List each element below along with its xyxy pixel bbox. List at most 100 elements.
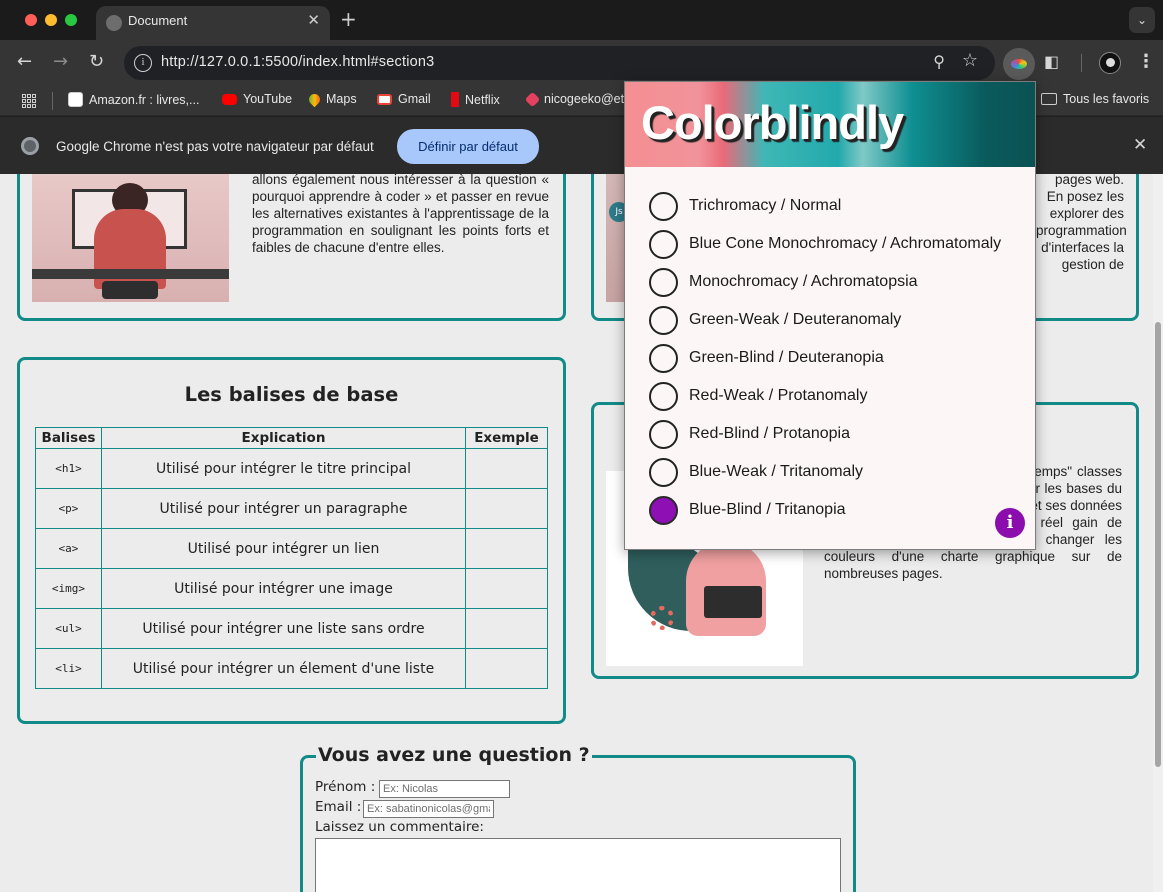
example-cell — [465, 528, 548, 569]
option-label: Blue-Blind / Tritanopia — [689, 501, 846, 518]
tag-cell: <img> — [35, 568, 102, 609]
option-deuteranomaly[interactable]: Green-Weak / Deuteranomaly — [649, 306, 1019, 336]
option-label: Green-Weak / Deuteranomaly — [689, 311, 902, 328]
radio-button[interactable] — [649, 268, 678, 297]
arrow-left-icon[interactable]: ← — [17, 52, 32, 72]
option-achromatomaly[interactable]: Blue Cone Monochromacy / Achromatomaly — [649, 230, 1019, 260]
radio-button[interactable] — [649, 192, 678, 221]
form-legend: Vous avez une question ? — [316, 744, 592, 766]
bookmark-youtube[interactable]: YouTube — [222, 92, 292, 106]
colorblindly-extension-button[interactable] — [1003, 48, 1035, 80]
bookmark-maps[interactable]: Maps — [306, 91, 357, 107]
bookmark-label: Gmail — [398, 92, 431, 106]
prenom-input[interactable] — [379, 780, 510, 798]
radio-button[interactable] — [649, 230, 678, 259]
colorblindly-popup: Colorblindly Trichromacy / Normal Blue C… — [624, 81, 1036, 550]
arrow-right-icon[interactable]: → — [53, 52, 68, 72]
intro-text: l'ensemble des langages informatiques. N… — [252, 174, 549, 255]
amazon-icon — [68, 92, 83, 107]
option-protanopia[interactable]: Red-Blind / Protanopia — [649, 420, 1019, 450]
maps-pin-icon — [306, 91, 323, 107]
tab-strip: Document ✕ + ⌄ — [0, 0, 1163, 40]
example-cell — [465, 608, 548, 649]
close-icon[interactable]: ✕ — [1133, 135, 1147, 155]
address-bar[interactable]: i http://127.0.0.1:5500/index.html#secti… — [124, 46, 995, 80]
reload-icon[interactable]: ↻ — [89, 52, 104, 72]
radio-button[interactable] — [649, 306, 678, 335]
puzzle-icon[interactable]: ◧ — [1044, 52, 1059, 71]
gem-icon — [524, 91, 541, 107]
balises-card: Les balises de base Balises Explication … — [17, 357, 566, 724]
option-tritanomaly[interactable]: Blue-Weak / Tritanomaly — [649, 458, 1019, 488]
desc-cell: Utilisé pour intégrer une image — [100, 568, 467, 609]
radio-button-selected[interactable] — [649, 496, 678, 525]
desc-cell: Utilisé pour intégrer une liste sans ord… — [100, 608, 467, 649]
radio-button[interactable] — [649, 420, 678, 449]
option-label: Blue Cone Monochromacy / Achromatomaly — [689, 235, 1002, 252]
tab-search-button[interactable]: ⌄ — [1129, 7, 1155, 33]
apps-grid-icon[interactable] — [22, 94, 36, 108]
table-row: <ul> Utilisé pour intégrer une liste san… — [35, 608, 548, 649]
gmail-icon — [377, 93, 392, 105]
bookmark-label: nicogeeko@et — [544, 92, 625, 106]
bookmark-label: Netflix — [465, 92, 500, 107]
folder-icon — [1041, 93, 1057, 105]
kebab-menu-icon[interactable]: ⋮ — [1137, 51, 1155, 72]
bookmark-label: Amazon.fr : livres,... — [89, 92, 200, 107]
option-label: Blue-Weak / Tritanomaly — [689, 463, 863, 480]
globe-icon — [106, 15, 122, 31]
question-form: Vous avez une question ? Prénom : Email … — [300, 744, 856, 892]
table-row: <img> Utilisé pour intégrer une image — [35, 568, 548, 609]
new-tab-button[interactable]: + — [340, 7, 357, 31]
radio-button[interactable] — [649, 458, 678, 487]
url-text[interactable]: http://127.0.0.1:5500/index.html#section… — [161, 54, 434, 70]
close-icon[interactable]: ✕ — [307, 11, 320, 29]
column-header: Explication — [100, 427, 467, 449]
colorblindly-eye-icon — [1011, 59, 1027, 69]
site-info-icon[interactable]: i — [134, 54, 152, 72]
example-cell — [465, 648, 548, 689]
option-achromatopsia[interactable]: Monochromacy / Achromatopsia — [649, 268, 1019, 298]
tag-cell: <li> — [35, 648, 102, 689]
email-field[interactable] — [363, 800, 494, 818]
option-deuteranopia[interactable]: Green-Blind / Deuteranopia — [649, 344, 1019, 374]
comment-textarea[interactable] — [315, 838, 841, 892]
maximize-window-button[interactable] — [65, 14, 77, 26]
tab-document[interactable]: Document ✕ — [96, 6, 330, 40]
set-default-button[interactable]: Définir par défaut — [397, 129, 539, 164]
desc-cell: Utilisé pour intégrer un lien — [100, 528, 467, 569]
radio-button[interactable] — [649, 382, 678, 411]
info-icon[interactable]: i — [995, 508, 1025, 538]
table-row: <a> Utilisé pour intégrer un lien — [35, 528, 548, 569]
option-label: Green-Blind / Deuteranopia — [689, 349, 884, 366]
bookmark-netflix[interactable]: Netflix — [451, 92, 500, 107]
example-cell — [465, 488, 548, 529]
tab-title: Document — [128, 13, 188, 28]
balises-title: Les balises de base — [184, 383, 399, 406]
minimize-window-button[interactable] — [45, 14, 57, 26]
bookmark-amazon[interactable]: Amazon.fr : livres,... — [68, 92, 199, 107]
email-label: Email : — [315, 799, 362, 815]
coder-illustration — [32, 174, 229, 302]
option-trichromacy[interactable]: Trichromacy / Normal — [649, 192, 1019, 222]
table-row: <li> Utilisé pour intégrer un élement d'… — [35, 648, 548, 689]
js-text: permettant de pages web. En posez les ex… — [1036, 174, 1127, 272]
star-icon[interactable]: ☆ — [962, 50, 978, 71]
bookmark-label: YouTube — [243, 92, 293, 106]
page-scrollbar[interactable] — [1153, 174, 1163, 892]
radio-button[interactable] — [649, 344, 678, 373]
all-favorites-button[interactable]: Tous les favoris — [1041, 92, 1149, 106]
bookmark-gmail[interactable]: Gmail — [377, 92, 431, 106]
tag-cell: <ul> — [35, 608, 102, 649]
option-protanomaly[interactable]: Red-Weak / Protanomaly — [649, 382, 1019, 412]
option-tritanopia[interactable]: Blue-Blind / Tritanopia — [649, 496, 1019, 526]
scrollbar-thumb[interactable] — [1155, 322, 1161, 767]
table-row: <h1> Utilisé pour intégrer le titre prin… — [35, 448, 548, 489]
profile-avatar-icon[interactable] — [1099, 52, 1121, 74]
bookmark-nicogeeko[interactable]: nicogeeko@et — [524, 91, 625, 107]
youtube-icon — [222, 93, 237, 105]
desc-cell: Utilisé pour intégrer le titre principal — [100, 448, 467, 489]
close-window-button[interactable] — [25, 14, 37, 26]
zoom-icon[interactable]: ⚲ — [933, 52, 945, 71]
option-label: Red-Weak / Protanomaly — [689, 387, 868, 404]
